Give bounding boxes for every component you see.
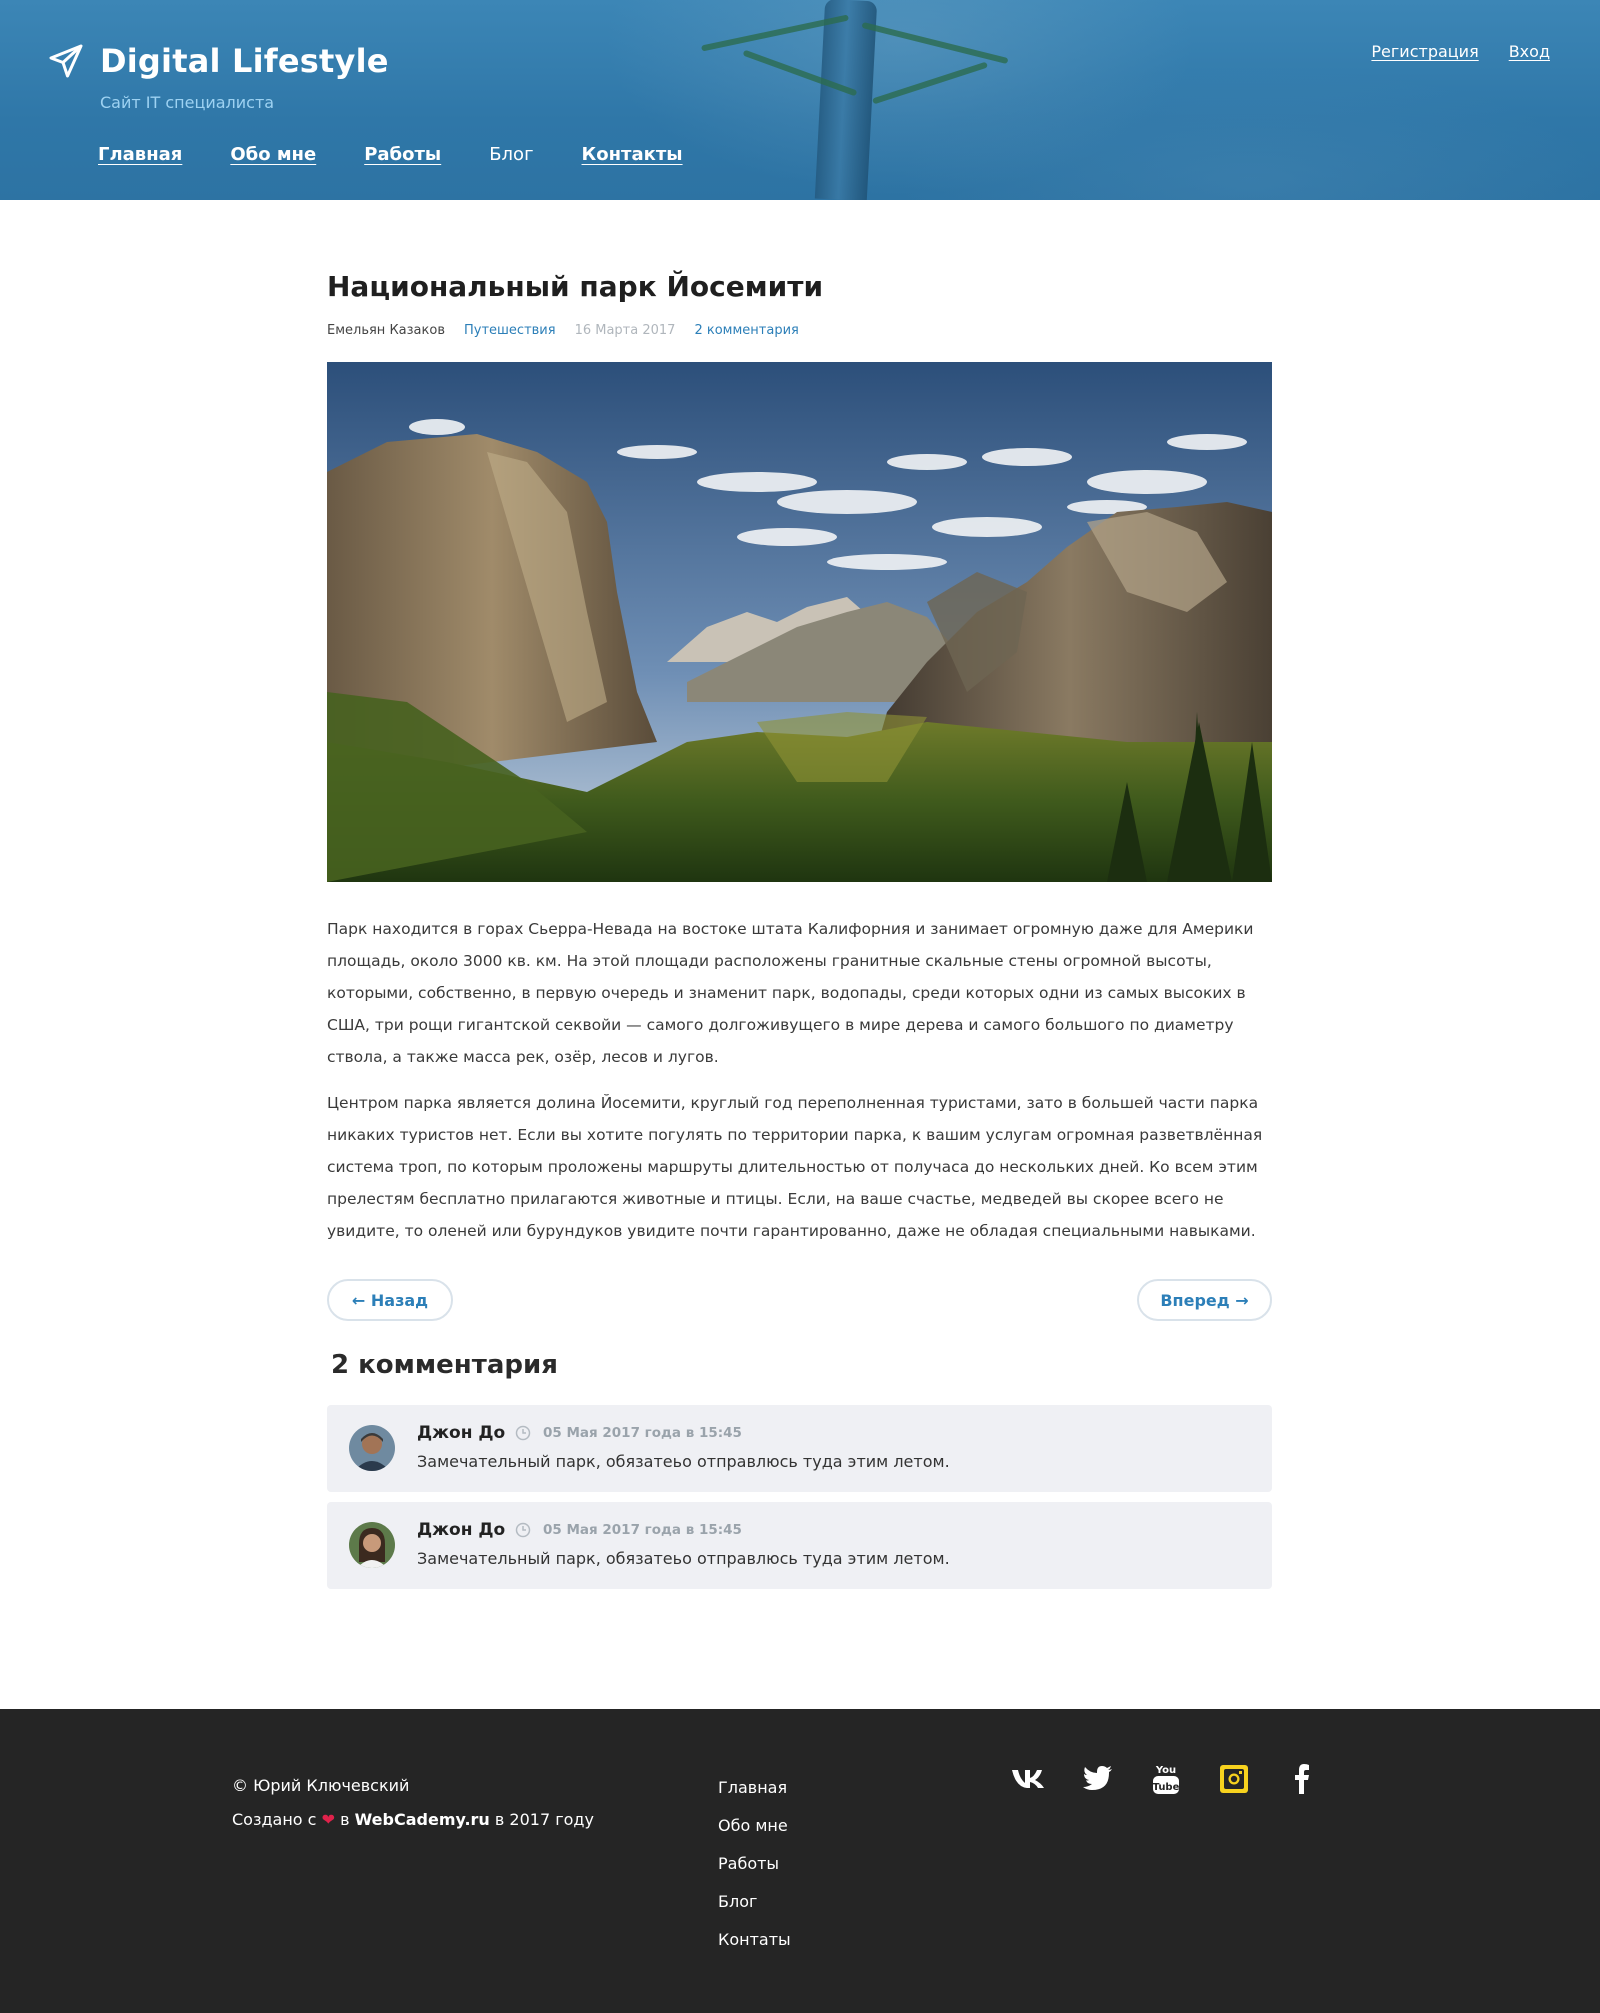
- site-header: Digital Lifestyle Сайт IT специалиста Гл…: [0, 0, 1600, 200]
- post-author[interactable]: Емельян Казаков: [327, 323, 445, 338]
- post-comments-link[interactable]: 2 комментария: [694, 323, 798, 338]
- vk-icon[interactable]: [1010, 1759, 1050, 1799]
- svg-text:Tube: Tube: [1153, 1782, 1180, 1793]
- made-suffix: в 2017 году: [494, 1810, 594, 1829]
- footer-nav-works[interactable]: Работы: [718, 1845, 791, 1883]
- post-category[interactable]: Путешествия: [464, 323, 556, 338]
- post-body: Парк находится в горах Сьерра-Невада на …: [327, 913, 1272, 1261]
- made-in: в: [340, 1810, 350, 1829]
- twitter-icon[interactable]: [1078, 1759, 1118, 1799]
- comment-card: Джон До 05 Мая 2017 года в 15:45 Замечат…: [327, 1502, 1272, 1589]
- prev-post-button[interactable]: ← Назад: [327, 1279, 453, 1321]
- instagram-icon[interactable]: [1214, 1759, 1254, 1799]
- palm-tree-decoration: [814, 0, 878, 200]
- paper-plane-icon: [49, 44, 83, 78]
- comment-author: Джон До: [417, 1520, 506, 1540]
- footer-nav-blog[interactable]: Блог: [718, 1883, 791, 1921]
- comment-card: Джон До 05 Мая 2017 года в 15:45 Замечат…: [327, 1405, 1272, 1492]
- auth-links: Регистрация Вход: [1341, 42, 1550, 61]
- webcademy-link[interactable]: WebCademy.ru: [355, 1810, 490, 1829]
- heart-icon: ❤: [321, 1810, 335, 1829]
- clock-icon: [515, 1522, 531, 1538]
- footer-nav-contacts[interactable]: Контаты: [718, 1921, 791, 1959]
- nav-item-blog[interactable]: Блог: [489, 144, 533, 165]
- social-links: You Tube: [1010, 1759, 1350, 1799]
- clock-icon: [515, 1425, 531, 1441]
- comment-text: Замечательный парк, обязатеьо отправлюсь…: [417, 1549, 950, 1568]
- site-logo[interactable]: Digital Lifestyle: [48, 42, 389, 80]
- login-link[interactable]: Вход: [1509, 42, 1550, 61]
- post-pager: ← Назад Вперед →: [327, 1279, 1272, 1321]
- nav-item-works[interactable]: Работы: [364, 144, 441, 165]
- yosemite-valley-image: [327, 362, 1272, 882]
- copyright-text: © Юрий Ключевский: [232, 1776, 410, 1795]
- made-with-text: Создано с ❤ в WebCademy.ru в 2017 году: [232, 1803, 594, 1837]
- avatar: [349, 1522, 395, 1568]
- next-post-button[interactable]: Вперед →: [1137, 1279, 1272, 1321]
- comment-time: 05 Мая 2017 года в 15:45: [543, 1522, 742, 1538]
- made-prefix: Создано с: [232, 1810, 317, 1829]
- footer-nav-home[interactable]: Главная: [718, 1769, 791, 1807]
- comment-time: 05 Мая 2017 года в 15:45: [543, 1425, 742, 1441]
- footer-navigation: Главная Обо мне Работы Блог Контаты: [718, 1769, 791, 1959]
- nav-item-about[interactable]: Обо мне: [230, 144, 316, 165]
- site-title: Digital Lifestyle: [100, 42, 389, 80]
- post-meta: Емельян Казаков Путешествия 16 Марта 201…: [327, 323, 1272, 338]
- post-paragraph: Парк находится в горах Сьерра-Невада на …: [327, 920, 1254, 1066]
- facebook-icon[interactable]: [1282, 1759, 1322, 1799]
- post-date: 16 Марта 2017: [574, 323, 676, 338]
- nav-item-contacts[interactable]: Контакты: [582, 144, 683, 165]
- post-image: [327, 362, 1272, 882]
- footer-nav-about[interactable]: Обо мне: [718, 1807, 791, 1845]
- comment-text: Замечательный парк, обязатеьо отправлюсь…: [417, 1452, 950, 1471]
- comments-title: 2 комментария: [331, 1350, 558, 1380]
- article-header: Национальный парк Йосемити Емельян Казак…: [327, 270, 1272, 338]
- site-footer: © Юрий Ключевский Создано с ❤ в WebCadem…: [0, 1709, 1600, 2013]
- comment-author: Джон До: [417, 1423, 506, 1443]
- post-paragraph: Центром парка является долина Йосемити, …: [327, 1094, 1263, 1240]
- footer-copyright: © Юрий Ключевский Создано с ❤ в WebCadem…: [232, 1769, 594, 1837]
- youtube-icon[interactable]: You Tube: [1146, 1759, 1186, 1799]
- nav-item-home[interactable]: Главная: [98, 144, 182, 165]
- avatar: [349, 1425, 395, 1471]
- post-title: Национальный парк Йосемити: [327, 270, 824, 303]
- site-tagline: Сайт IT специалиста: [100, 93, 275, 112]
- main-navigation: Главная Обо мне Работы Блог Контакты: [98, 144, 731, 165]
- register-link[interactable]: Регистрация: [1371, 42, 1478, 61]
- svg-text:You: You: [1155, 1765, 1176, 1776]
